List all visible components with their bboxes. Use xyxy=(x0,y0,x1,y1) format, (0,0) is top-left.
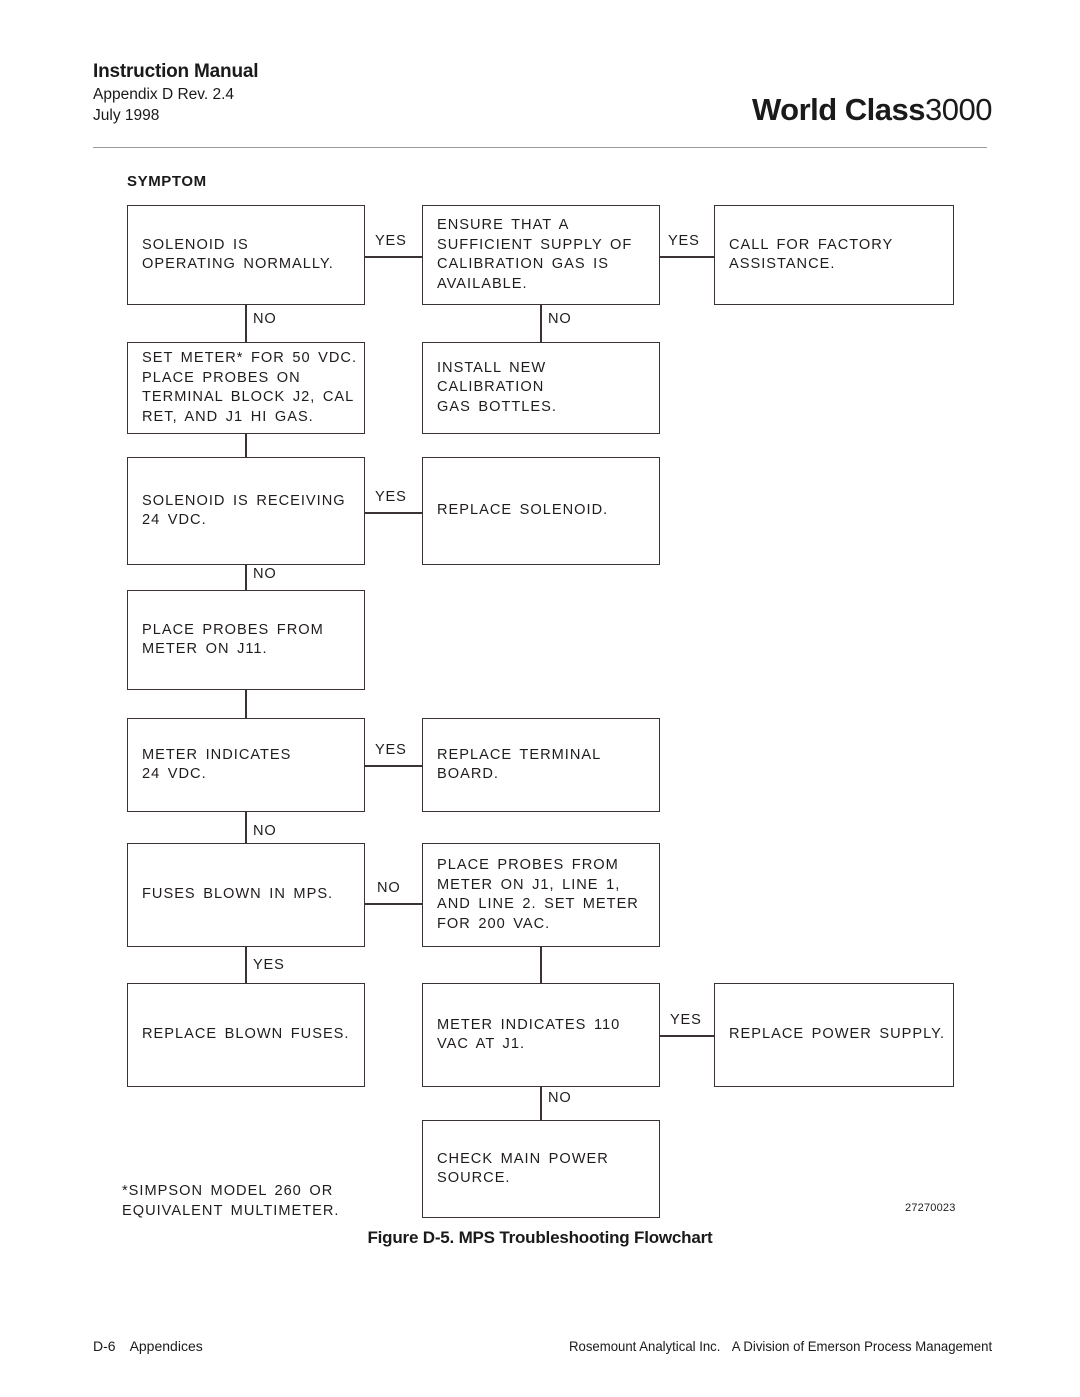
footer-page-number: D-6 xyxy=(93,1338,116,1354)
flow-box-text: METER INDICATES 24 VDC. xyxy=(142,746,292,783)
flow-box-text: PLACE PROBES FROM METER ON J1, LINE 1, A… xyxy=(437,857,639,932)
edge-label-yes-receiving-to-replace-solenoid: YES xyxy=(375,489,407,505)
connector-ensure-to-call xyxy=(660,256,714,258)
footer-company-name: Rosemount Analytical Inc. xyxy=(568,1338,721,1354)
flow-box-text: REPLACE TERMINAL BOARD. xyxy=(437,746,602,783)
flow-box-place-probes-on-j1-lines[interactable]: PLACE PROBES FROM METER ON J1, LINE 1, A… xyxy=(422,843,660,947)
footer-section-name: Appendices xyxy=(129,1338,203,1354)
connector-solenoid-to-setmeter xyxy=(245,305,247,342)
edge-label-no-solenoid-to-setmeter: NO xyxy=(253,311,277,327)
flow-box-place-probes-on-j11[interactable]: PLACE PROBES FROM METER ON J11. xyxy=(127,590,365,690)
flow-box-text: ENSURE THAT A SUFFICIENT SUPPLY OF CALIB… xyxy=(437,217,633,292)
flow-box-replace-solenoid[interactable]: REPLACE SOLENOID. xyxy=(422,457,660,565)
connector-ensure-to-install xyxy=(540,305,542,342)
flow-box-meter-indicates-110-vac[interactable]: METER INDICATES 110 VAC AT J1. xyxy=(422,983,660,1087)
flow-box-call-for-factory-assistance[interactable]: CALL FOR FACTORY ASSISTANCE. xyxy=(714,205,954,305)
flow-box-text: SOLENOID IS OPERATING NORMALLY. xyxy=(142,236,334,273)
edge-label-no-fuses-to-place-probes-j1: NO xyxy=(377,880,401,896)
flow-box-fuses-blown-in-mps[interactable]: FUSES BLOWN IN MPS. xyxy=(127,843,365,947)
footer-left-block: D-6 Appendices xyxy=(93,1338,203,1354)
flow-box-check-main-power-source[interactable]: CHECK MAIN POWER SOURCE. xyxy=(422,1120,660,1218)
edge-label-yes-fuses-to-replace-fuses: YES xyxy=(253,957,285,973)
footer-right-block: Rosemount Analytical Inc. A Division of E… xyxy=(569,1338,992,1354)
multimeter-footnote: *SIMPSON MODEL 260 OR EQUIVALENT MULTIME… xyxy=(122,1183,340,1219)
flow-box-set-meter-50-vdc[interactable]: SET METER* FOR 50 VDC. PLACE PROBES ON T… xyxy=(127,342,365,434)
figure-caption: Figure D-5. MPS Troubleshooting Flowchar… xyxy=(367,1228,713,1247)
flow-box-replace-terminal-board[interactable]: REPLACE TERMINAL BOARD. xyxy=(422,718,660,812)
edge-label-yes-ensure-to-call: YES xyxy=(668,233,700,249)
connector-place-probes-to-meter24 xyxy=(245,690,247,718)
flow-box-text: METER INDICATES 110 VAC AT J1. xyxy=(437,1016,621,1053)
connector-fuses-to-replace-fuses xyxy=(245,947,247,983)
drawing-number: 27270023 xyxy=(905,1202,956,1214)
edge-label-yes-meter110-to-replace-ps: YES xyxy=(670,1012,702,1028)
flow-box-text: CALL FOR FACTORY ASSISTANCE. xyxy=(729,236,894,273)
edge-label-no-meter24-to-fuses: NO xyxy=(253,823,277,839)
flow-box-text: PLACE PROBES FROM METER ON J11. xyxy=(142,621,324,658)
flow-box-solenoid-operating-normally[interactable]: SOLENOID IS OPERATING NORMALLY. xyxy=(127,205,365,305)
connector-setmeter-to-receiving xyxy=(245,434,247,457)
flow-box-text: REPLACE POWER SUPPLY. xyxy=(729,1026,946,1043)
flow-box-text: REPLACE BLOWN FUSES. xyxy=(142,1026,350,1043)
flow-box-solenoid-receiving-24-vdc[interactable]: SOLENOID IS RECEIVING 24 VDC. xyxy=(127,457,365,565)
flow-box-meter-indicates-24-vdc[interactable]: METER INDICATES 24 VDC. xyxy=(127,718,365,812)
connector-meter24-to-fuses xyxy=(245,812,247,843)
flow-box-text: INSTALL NEW CALIBRATION GAS BOTTLES. xyxy=(437,359,557,415)
symptom-heading: SYMPTOM xyxy=(127,173,207,190)
flow-box-text: SOLENOID IS RECEIVING 24 VDC. xyxy=(142,492,346,529)
footer-division-name: A Division of Emerson Process Management xyxy=(731,1338,992,1354)
edge-label-no-receiving-to-place-probes: NO xyxy=(253,566,277,582)
flow-box-text: REPLACE SOLENOID. xyxy=(437,502,609,519)
flow-box-text: CHECK MAIN POWER SOURCE. xyxy=(437,1150,609,1187)
flow-box-install-new-calibration-gas-bottles[interactable]: INSTALL NEW CALIBRATION GAS BOTTLES. xyxy=(422,342,660,434)
flow-box-text: FUSES BLOWN IN MPS. xyxy=(142,886,334,903)
flow-box-text: SET METER* FOR 50 VDC. PLACE PROBES ON T… xyxy=(142,350,357,425)
edge-label-yes-solenoid-to-ensure: YES xyxy=(375,233,407,249)
edge-label-no-ensure-to-install: NO xyxy=(548,311,572,327)
connector-meter110-to-check-main xyxy=(540,1087,542,1120)
connector-receiving-to-place-probes xyxy=(245,565,247,590)
connector-solenoid-to-ensure xyxy=(365,256,422,258)
connector-meter24-to-replace-terminal xyxy=(365,765,422,767)
edge-label-no-meter110-to-check-main: NO xyxy=(548,1090,572,1106)
connector-fuses-to-place-probes-j1 xyxy=(365,903,422,905)
flow-box-replace-blown-fuses[interactable]: REPLACE BLOWN FUSES. xyxy=(127,983,365,1087)
flow-box-replace-power-supply[interactable]: REPLACE POWER SUPPLY. xyxy=(714,983,954,1087)
connector-place-probes-j1-to-meter110 xyxy=(540,947,542,983)
flow-box-ensure-sufficient-calibration-gas[interactable]: ENSURE THAT A SUFFICIENT SUPPLY OF CALIB… xyxy=(422,205,660,305)
edge-label-yes-meter24-to-replace-terminal: YES xyxy=(375,742,407,758)
connector-meter110-to-replace-ps xyxy=(660,1035,714,1037)
connector-receiving-to-replace-solenoid xyxy=(365,512,422,514)
mps-troubleshooting-flowchart: SYMPTOM SOLENOID IS OPERATING NORMALLY. … xyxy=(0,0,1080,1397)
